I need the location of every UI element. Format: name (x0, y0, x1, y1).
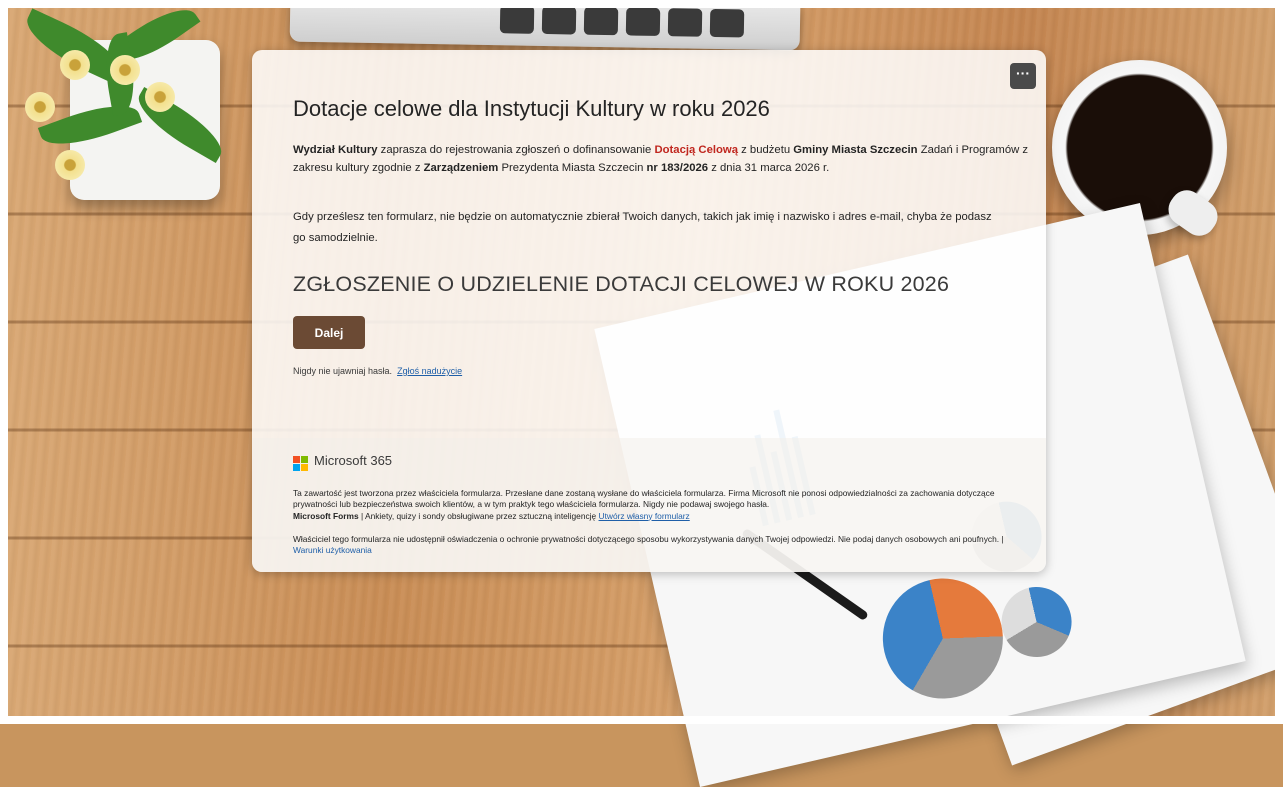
section-title: ZGŁOSZENIE O UDZIELENIE DOTACJI CELOWEJ … (293, 272, 950, 296)
form-title: Dotacje celowe dla Instytucji Kultury w … (293, 96, 770, 121)
next-button[interactable]: Dalej (293, 316, 365, 349)
password-note: Nigdy nie ujawniaj hasła. Zgłoś nadużyci… (293, 366, 463, 376)
create-form-link[interactable]: Utwórz własny formularz (599, 511, 690, 521)
form-intro: Wydział Kultury zaprasza do rejestrowani… (293, 144, 1029, 174)
form-card: ··· Dotacje celowe dla Instytucji Kultur… (252, 50, 1046, 572)
report-abuse-link[interactable]: Zgłoś nadużycie (397, 366, 462, 376)
microsoft-365-brand: Microsoft 365 (314, 453, 393, 468)
microsoft-logo-icon (293, 456, 308, 471)
form-footer: Microsoft 365 Ta zawartość jest tworzona… (252, 438, 1046, 572)
footer-owner-note: Właściciel tego formularza nie udostępni… (293, 534, 1004, 556)
calculator-image (289, 0, 801, 51)
footer-disclaimer: Ta zawartość jest tworzona przez właścic… (293, 488, 995, 521)
more-options-button[interactable]: ··· (1010, 63, 1036, 89)
terms-link[interactable]: Warunki użytkowania (293, 545, 372, 555)
privacy-note: Gdy prześlesz ten formularz, nie będzie … (293, 211, 992, 244)
